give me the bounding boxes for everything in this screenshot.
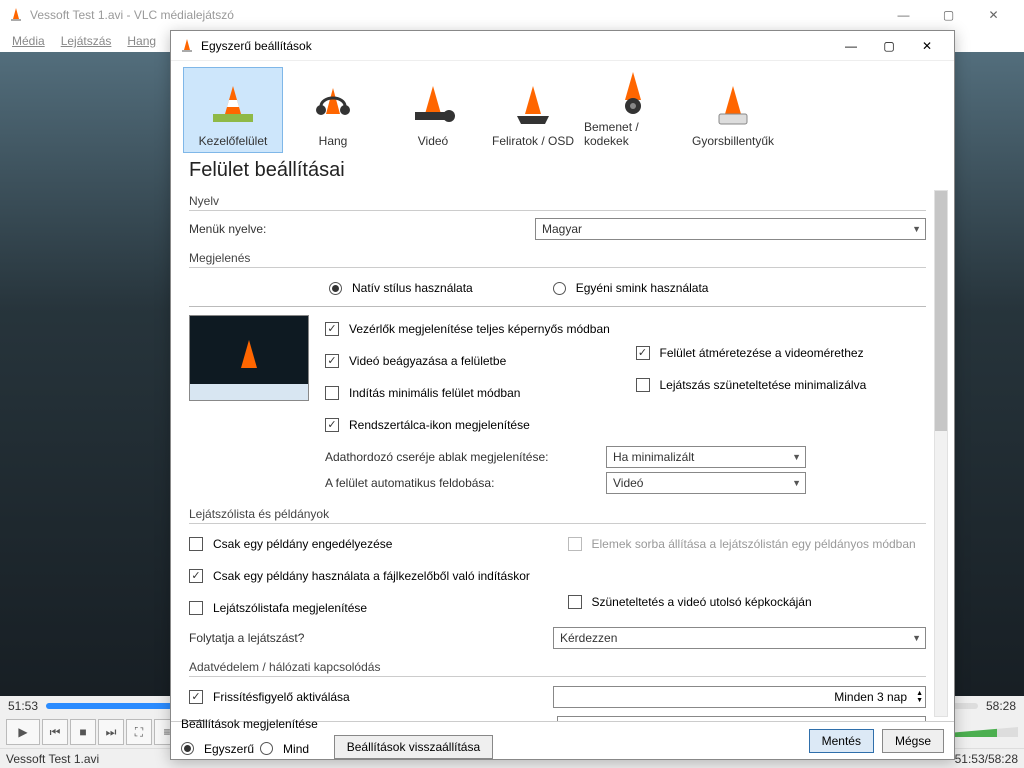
main-maximize-button[interactable]: ▢ (926, 0, 971, 30)
dialog-titlebar: Egyszerű beállítások — ▢ ✕ (171, 31, 954, 61)
status-file: Vessoft Test 1.avi (6, 752, 99, 766)
dialog-close-button[interactable]: ✕ (908, 32, 946, 60)
lang-select[interactable]: Magyar (535, 218, 926, 240)
cb-playlist-tree[interactable]: Lejátszólistafa megjelenítése (189, 596, 548, 620)
cat-interface[interactable]: Kezelőfelület (183, 67, 283, 153)
update-days-spin[interactable]: Minden 3 nap (553, 686, 926, 708)
cat-label: Gyorsbillentyűk (692, 134, 774, 148)
cb-resize-video[interactable]: Felület átméretezése a videomérethez (636, 341, 927, 365)
cb-fullscreen-controls[interactable]: Vezérlők megjelenítése teljes képernyős … (325, 317, 616, 341)
menu-playback[interactable]: Lejátszás (55, 32, 118, 50)
lang-label: Menük nyelve: (189, 222, 529, 236)
group-appearance: Megjelenés (189, 251, 926, 268)
dialog-footer: Beállítások megjelenítése Egyszerű Mind … (171, 721, 954, 759)
time-current: 51:53 (8, 699, 38, 713)
status-time: 51:53/58:28 (955, 752, 1018, 766)
continue-select[interactable]: Kérdezzen (553, 627, 926, 649)
save-button[interactable]: Mentés (809, 729, 874, 753)
main-titlebar: Vessoft Test 1.avi - VLC médialejátszó —… (0, 0, 1024, 30)
main-title: Vessoft Test 1.avi - VLC médialejátszó (30, 8, 881, 22)
cat-label: Hang (319, 134, 348, 148)
cat-label: Bemenet / kodekek (584, 120, 682, 148)
main-minimize-button[interactable]: — (881, 0, 926, 30)
cb-min-start[interactable]: Indítás minimális felület módban (325, 381, 616, 405)
time-total: 58:28 (986, 699, 1016, 713)
cancel-button[interactable]: Mégse (882, 729, 944, 753)
media-change-label: Adathordozó cseréje ablak megjelenítése: (325, 450, 600, 464)
radio-custom-skin[interactable]: Egyéni smink használata (553, 276, 709, 300)
menu-audio[interactable]: Hang (121, 32, 162, 50)
reset-button[interactable]: Beállítások visszaállítása (334, 735, 493, 759)
cb-pause-min[interactable]: Lejátszás szüneteltetése minimalizálva (636, 373, 927, 397)
category-tabs: Kezelőfelület Hang Videó Feliratok / OSD… (171, 61, 954, 153)
dialog-maximize-button[interactable]: ▢ (870, 32, 908, 60)
cat-hotkeys[interactable]: Gyorsbillentyűk (683, 67, 783, 153)
auto-raise-label: A felület automatikus feldobása: (325, 476, 600, 490)
group-playlist: Lejátszólista és példányok (189, 507, 926, 524)
style-preview (189, 315, 309, 401)
cat-label: Feliratok / OSD (492, 134, 574, 148)
cb-single-file-mgr[interactable]: Csak egy példány használata a fájlkezelő… (189, 564, 548, 588)
group-privacy: Adatvédelem / hálózati kapcsolódás (189, 660, 926, 677)
vlc-cone-icon (8, 7, 24, 23)
cat-label: Videó (418, 134, 448, 148)
stop-button[interactable]: ■ (70, 719, 96, 745)
next-button[interactable]: ⏭ (98, 719, 124, 745)
cb-recent[interactable]: Nemrég játszott elemek mentése (189, 715, 509, 721)
section-title: Felület beállításai (171, 153, 954, 186)
settings-scroll: Nyelv Menük nyelve: Magyar Megjelenés Na… (171, 186, 954, 721)
cat-video[interactable]: Videó (383, 67, 483, 153)
scrollbar-thumb[interactable] (935, 191, 947, 431)
cb-pause-last-frame[interactable]: Szüneteltetés a videó utolsó képkockáján (568, 590, 927, 614)
media-change-select[interactable]: Ha minimalizált (606, 446, 806, 468)
continue-label: Folytatja a lejátszást? (189, 631, 547, 645)
filter-input[interactable] (557, 716, 926, 721)
play-button[interactable]: ▶ (6, 719, 40, 745)
volume-slider[interactable] (948, 727, 1018, 737)
cat-input[interactable]: Bemenet / kodekek (583, 67, 683, 153)
cat-audio[interactable]: Hang (283, 67, 383, 153)
main-close-button[interactable]: ✕ (971, 0, 1016, 30)
dialog-title: Egyszerű beállítások (201, 39, 832, 53)
radio-all[interactable]: Mind (260, 737, 309, 761)
dialog-minimize-button[interactable]: — (832, 32, 870, 60)
prev-button[interactable]: ⏮ (42, 719, 68, 745)
cb-systray[interactable]: Rendszertálca-ikon megjelenítése (325, 413, 616, 437)
vlc-main-window: Vessoft Test 1.avi - VLC médialejátszó —… (0, 0, 1024, 768)
cb-single-instance[interactable]: Csak egy példány engedélyezése (189, 532, 548, 556)
group-language: Nyelv (189, 194, 926, 211)
fullscreen-button[interactable]: ⛶ (126, 719, 152, 745)
cat-label: Kezelőfelület (199, 134, 268, 148)
auto-raise-select[interactable]: Videó (606, 472, 806, 494)
cat-subtitles[interactable]: Feliratok / OSD (483, 67, 583, 153)
cb-updates[interactable]: Frissítésfigyelő aktiválása (189, 685, 547, 709)
cb-embed-video[interactable]: Videó beágyazása a felületbe (325, 349, 616, 373)
preferences-dialog: Egyszerű beállítások — ▢ ✕ Kezelőfelület… (170, 30, 955, 760)
cb-enqueue: Elemek sorba állítása a lejátszólistán e… (568, 532, 927, 556)
vlc-cone-icon (179, 38, 195, 54)
filter-label: Szűrő: (515, 720, 551, 721)
menu-media[interactable]: Média (6, 32, 51, 50)
radio-native-style[interactable]: Natív stílus használata (329, 276, 473, 300)
radio-simple[interactable]: Egyszerű (181, 737, 254, 761)
